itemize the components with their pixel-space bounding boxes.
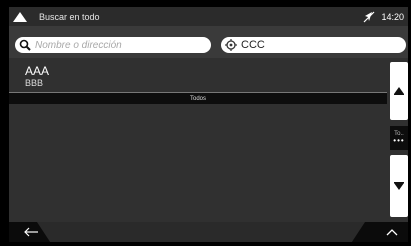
more-options-button[interactable] xyxy=(381,224,403,240)
home-button[interactable] xyxy=(9,7,31,26)
filter-bar[interactable]: Todos xyxy=(9,93,387,104)
location-field[interactable]: CCC xyxy=(221,37,406,53)
filter-label: Todos xyxy=(189,95,206,102)
content-panel xyxy=(9,26,408,242)
location-target-icon xyxy=(221,37,241,53)
no-gps-icon xyxy=(364,11,375,22)
bottom-bar-center xyxy=(37,222,365,242)
scroll-down-button[interactable] xyxy=(390,155,408,217)
search-icon xyxy=(15,37,35,53)
name-search-field[interactable] xyxy=(15,37,211,53)
result-title: AAA xyxy=(25,64,50,78)
chevron-up-icon xyxy=(386,229,398,236)
result-subtitle: BBB xyxy=(25,78,44,88)
list-item[interactable]: AAA BBB xyxy=(9,60,387,92)
triangle-up-icon xyxy=(394,87,404,95)
status-bar: Buscar en todo 14:20 xyxy=(9,7,408,26)
scroll-position-indicator: To.. ••• xyxy=(390,126,408,150)
scroll-up-button[interactable] xyxy=(390,62,408,120)
location-value: CCC xyxy=(241,39,265,51)
search-row: CCC xyxy=(9,26,408,58)
triangle-down-icon xyxy=(394,182,404,190)
clock: 14:20 xyxy=(381,11,404,22)
name-search-input[interactable] xyxy=(35,38,205,52)
scroll-indicator-dots: ••• xyxy=(393,136,405,145)
back-button[interactable] xyxy=(18,224,44,240)
screen-title: Buscar en todo xyxy=(39,11,100,22)
gps-status[interactable] xyxy=(361,7,377,26)
home-triangle-icon xyxy=(13,11,27,22)
arrow-left-icon xyxy=(24,227,38,237)
